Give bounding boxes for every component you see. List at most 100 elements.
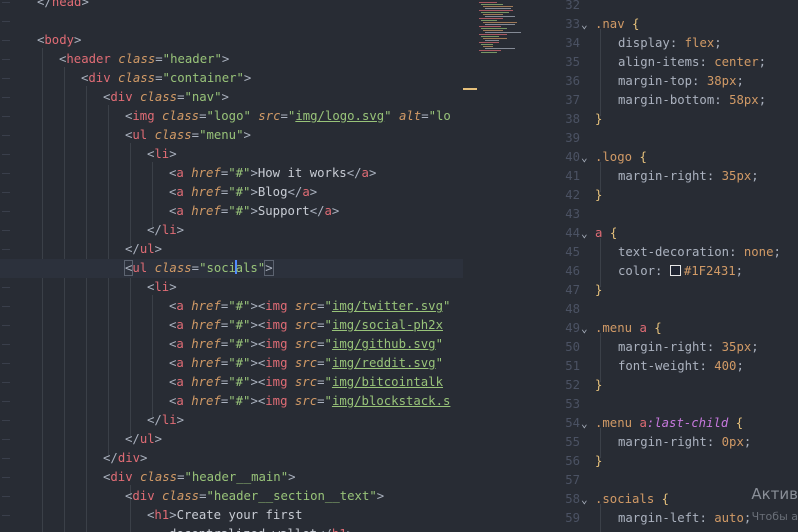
css-line-number: 47 — [565, 283, 580, 297]
minimap-line — [485, 40, 499, 41]
code-line-h1-cont: decentralized wallet</h1> — [169, 525, 354, 532]
minimap-line — [483, 22, 517, 23]
code-line-ul-close: </ul> — [125, 242, 163, 256]
fold-chevron-icon[interactable]: ⌄ — [581, 490, 588, 509]
gutter-line — [2, 135, 10, 136]
code-line-header-open: <header class="header"> — [59, 52, 230, 66]
css-rule-socials: ⌄ .socials { — [581, 490, 669, 509]
code-line-li-open: <li> — [147, 147, 177, 161]
css-line-number: 48 — [565, 302, 580, 316]
gutter-line — [2, 78, 10, 79]
gutter-line — [2, 401, 10, 402]
fold-chevron-icon[interactable]: ⌄ — [581, 148, 588, 167]
color-swatch-icon[interactable] — [669, 265, 681, 276]
minimap-line — [479, 10, 513, 11]
css-decl: align-items: center; — [618, 55, 767, 69]
css-line-number: 32 — [565, 0, 580, 12]
indent-guide — [152, 295, 153, 419]
code-line-twitter: <a href="#"><img src="img/twitter.svg" — [169, 299, 451, 313]
minimap-preview[interactable] — [479, 0, 521, 60]
css-line-number: 59 — [565, 511, 580, 525]
gutter-line — [2, 363, 10, 364]
activation-watermark-subtitle: Чтобы а — [751, 510, 798, 523]
code-line-div-close: </div> — [103, 451, 148, 465]
gutter-line — [2, 192, 10, 193]
css-line-number: 51 — [565, 359, 580, 373]
minimap-line — [485, 32, 521, 33]
indent-guide — [130, 143, 131, 248]
minimap-line — [485, 24, 515, 25]
css-decl: margin-right: 0px; — [618, 435, 752, 449]
css-decl: font-weight: 400; — [618, 359, 744, 373]
fold-chevron-icon[interactable]: ⌄ — [581, 319, 588, 338]
code-line-link-how: <a href="#">How it works</a> — [169, 166, 377, 180]
css-decl: display: flex; — [618, 36, 722, 50]
css-rule-menu-a: ⌄ .menu a { — [581, 319, 662, 338]
minimap-line — [481, 4, 503, 5]
gutter-line — [2, 515, 10, 516]
gutter-line — [2, 230, 10, 231]
css-editor[interactable]: 32 33 34 35 36 37 38 39 40 41 42 43 44 45 46 47 48 49 50 51… — [540, 0, 798, 532]
activation-watermark-title: Актив — [751, 485, 798, 503]
code-line-social-ph: <a href="#"><img src="img/social-ph2x — [169, 318, 443, 332]
css-decl: text-decoration: none; — [618, 245, 781, 259]
code-line-link-blog: <a href="#">Blog</a> — [169, 185, 318, 199]
gutter-line — [2, 439, 10, 440]
code-line-socials-open[interactable]: <ul class="socials"> — [0, 259, 463, 278]
minimap-line — [479, 34, 507, 35]
css-line-number: 58 — [565, 492, 580, 506]
code-line-reddit: <a href="#"><img src="img/reddit.svg" — [169, 356, 443, 370]
gutter-line — [2, 116, 10, 117]
css-line-number: 42 — [565, 188, 580, 202]
code-line-li-close-2: </li> — [147, 413, 185, 427]
minimap-line — [483, 14, 503, 15]
css-line-number: 52 — [565, 378, 580, 392]
css-line-number: 38 — [565, 112, 580, 126]
gutter-line — [2, 287, 10, 288]
code-line-header-main: <div class="header__main"> — [103, 470, 296, 484]
css-line-number: 37 — [565, 93, 580, 107]
gutter-line — [2, 477, 10, 478]
gutter-line — [2, 97, 10, 98]
minimap-line — [483, 46, 493, 47]
css-line-number: 44 — [565, 226, 580, 240]
fold-chevron-icon[interactable]: ⌄ — [581, 224, 588, 243]
gutter-line — [2, 496, 10, 497]
indent-guide — [600, 238, 601, 287]
indent-guide — [108, 105, 109, 457]
css-line-number: 33 — [565, 17, 580, 31]
minimap-line — [479, 2, 497, 3]
code-line-section-text: <div class="header__section__text"> — [125, 489, 385, 503]
gutter-line — [2, 458, 10, 459]
code-line-menu-open: <ul class="menu"> — [125, 128, 251, 142]
css-rule-a: ⌄ a { — [581, 224, 617, 243]
code-line-body-open: <body> — [37, 33, 82, 47]
text-cursor — [235, 260, 237, 274]
minimap-line — [483, 30, 503, 31]
code-line-blockstack: <a href="#"><img src="img/blockstack.s — [169, 394, 451, 408]
minimap-line — [483, 38, 507, 39]
gutter-line — [2, 59, 10, 60]
indent-guide — [600, 333, 601, 382]
minimap-line — [481, 44, 493, 45]
minimap[interactable] — [463, 0, 541, 532]
css-rule-close: } — [595, 454, 603, 468]
css-line-number: 54 — [565, 416, 580, 430]
gutter-line — [2, 306, 10, 307]
css-rule-close: } — [595, 188, 603, 202]
gutter-line — [2, 40, 10, 41]
minimap-line — [481, 52, 497, 53]
code-line-nav-open: <div class="nav"> — [103, 90, 229, 104]
fold-chevron-icon[interactable]: ⌄ — [581, 414, 588, 433]
html-editor[interactable]: </head> <body> <header class="header"> <… — [0, 0, 463, 532]
gutter-line — [2, 420, 10, 421]
css-line-number: 57 — [565, 473, 580, 487]
css-rule-close: } — [595, 283, 603, 297]
fold-chevron-icon[interactable]: ⌄ — [581, 15, 588, 34]
css-line-number: 39 — [565, 131, 580, 145]
css-rule-close: } — [595, 112, 603, 126]
css-decl: margin-top: 38px; — [618, 74, 744, 88]
code-line-github: <a href="#"><img src="img/github.svg" — [169, 337, 443, 351]
indent-guide — [152, 162, 153, 229]
css-decl: margin-right: 35px; — [618, 340, 759, 354]
